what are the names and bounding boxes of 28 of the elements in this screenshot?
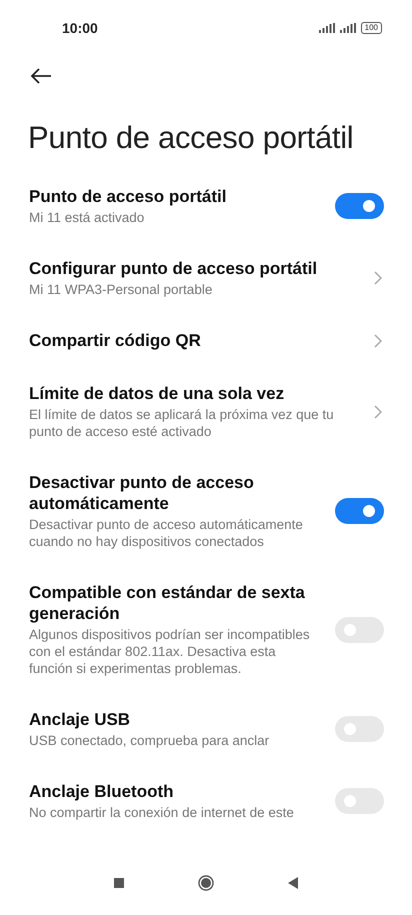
- back-icon[interactable]: [288, 877, 298, 889]
- setting-title: Compatible con estándar de sexta generación: [29, 582, 306, 624]
- toggle-switch[interactable]: [335, 193, 384, 219]
- chevron-right-icon: [374, 404, 382, 418]
- setting-title: Desactivar punto de acceso automáticamente: [29, 472, 255, 514]
- setting-title: Anclaje USB: [29, 709, 132, 730]
- status-time: 10:00: [62, 20, 98, 36]
- setting-title: Configurar punto de acceso portátil: [29, 258, 318, 279]
- setting-description: USB conectado, comprueba para anclar: [29, 732, 270, 749]
- setting-description: No compartir la conexión de internet de este: [29, 804, 295, 821]
- setting-description: Desactivar punto de acceso automáticamente cuando no hay dispositivos conectados: [29, 516, 304, 550]
- home-icon[interactable]: [198, 875, 214, 891]
- page-title: Punto de acceso portátil: [28, 120, 354, 156]
- signal-icon: [340, 23, 356, 33]
- setting-title: Límite de datos de una sola vez: [29, 383, 286, 404]
- setting-description: El límite de datos se aplicará la próxima vez que tu punto de acceso esté activado: [29, 406, 335, 440]
- battery-level: 100: [360, 22, 382, 34]
- signal-icon: [318, 23, 335, 33]
- setting-description: Mi 11 está activado: [29, 209, 146, 226]
- back-arrow-icon[interactable]: [30, 68, 52, 84]
- chevron-right-icon: [374, 334, 382, 348]
- setting-title: Punto de acceso portátil: [29, 186, 228, 207]
- setting-description: Algunos dispositivos podrían ser incompatibles con el estándar 802.11ax. Desactiva esta función si experimentas problemas.: [29, 626, 311, 677]
- setting-title: Compartir código QR: [29, 330, 202, 351]
- setting-description: Mi 11 WPA3-Personal portable: [29, 281, 214, 298]
- toggle-switch[interactable]: [335, 498, 384, 524]
- setting-title: Anclaje Bluetooth: [29, 781, 175, 802]
- chevron-right-icon: [374, 271, 382, 285]
